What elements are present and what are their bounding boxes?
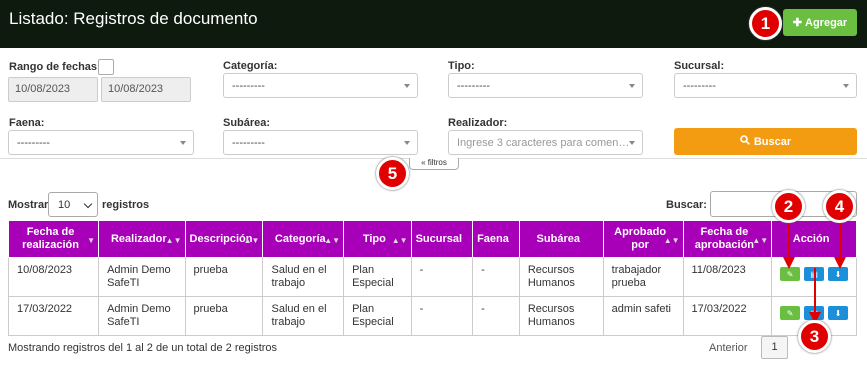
callout-2: 2 (772, 190, 805, 223)
callout-1: 1 (749, 7, 782, 40)
callout-arrows (783, 223, 846, 324)
callout-4: 4 (823, 190, 856, 223)
callout-3: 3 (798, 320, 831, 353)
callout-5: 5 (376, 157, 409, 190)
